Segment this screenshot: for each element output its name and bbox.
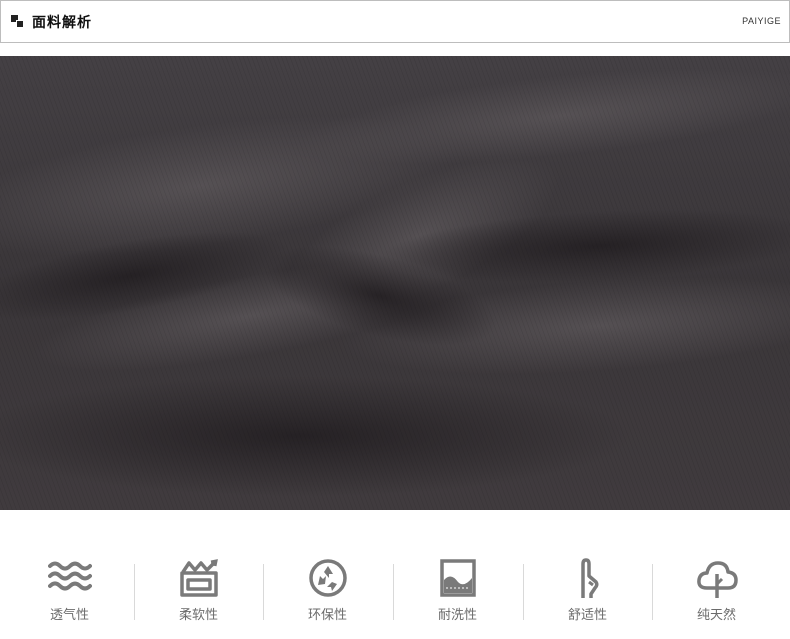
feature-softness: 柔软性	[134, 558, 263, 628]
feature-label: 耐洗性	[437, 608, 477, 623]
feature-bar: 透气性 柔软性 环保性 耐洗性 舒适性 纯天然	[0, 510, 790, 639]
waves-icon	[47, 561, 92, 591]
hand-icon	[580, 558, 599, 598]
tree-icon	[696, 561, 738, 598]
feature-comfort: 舒适性	[523, 558, 652, 628]
brand-label: PAIYIGE	[742, 16, 781, 26]
section-title: 面料解析	[32, 15, 92, 31]
feature-natural: 纯天然	[652, 558, 781, 628]
feature-washable: 耐洗性	[393, 558, 522, 628]
soft-box-icon	[179, 559, 218, 597]
wash-frame-icon	[439, 559, 476, 597]
feature-label: 柔软性	[178, 608, 218, 623]
feature-label: 舒适性	[567, 608, 607, 623]
recycle-icon	[308, 559, 347, 597]
section-mark-icon	[11, 15, 25, 28]
feature-breathability: 透气性	[5, 558, 134, 628]
feature-eco: 环保性	[263, 558, 392, 628]
feature-label: 透气性	[49, 608, 89, 623]
section-header: 面料解析 PAIYIGE	[0, 0, 790, 43]
feature-label: 环保性	[307, 608, 347, 623]
feature-label: 纯天然	[696, 608, 736, 623]
fabric-photo	[0, 56, 790, 510]
